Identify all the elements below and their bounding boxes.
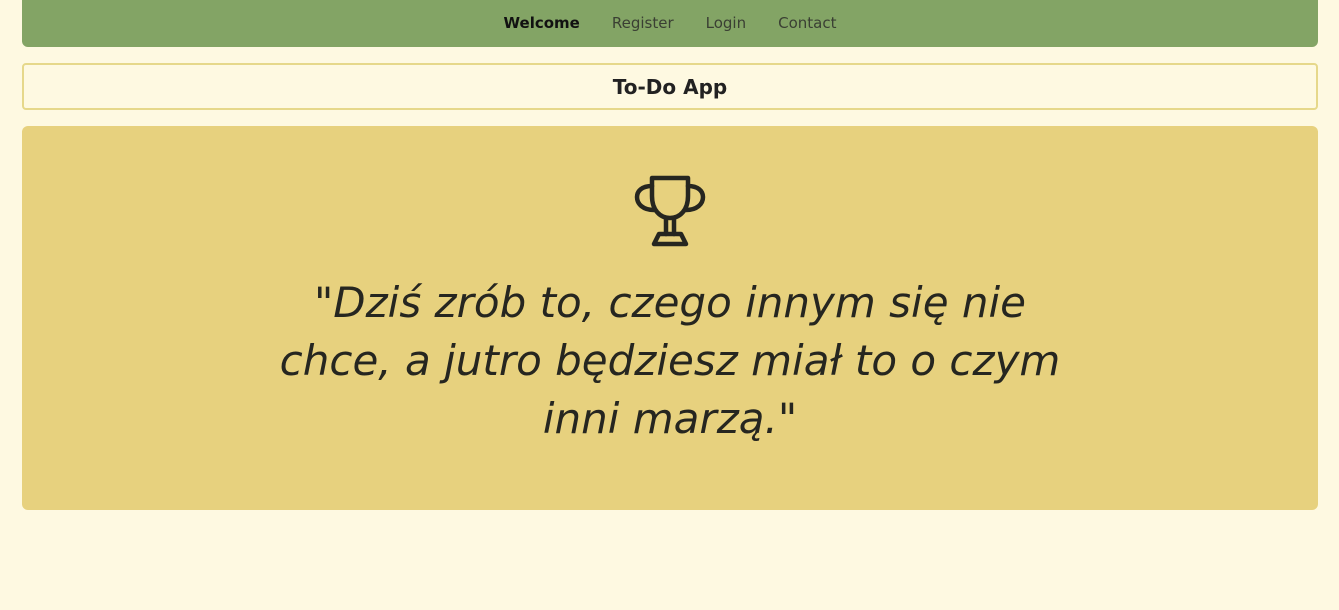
nav-register-link[interactable]: Register (596, 0, 690, 47)
trophy-icon (634, 175, 706, 247)
app-title-box: To-Do App (22, 63, 1318, 110)
quote-hero: "Dziś zrób to, czego innym się nie chce,… (22, 126, 1318, 510)
app-title: To-Do App (612, 74, 728, 99)
nav-welcome-link[interactable]: Welcome (488, 0, 596, 47)
nav-contact-link[interactable]: Contact (762, 0, 852, 47)
nav-login-link[interactable]: Login (690, 0, 762, 47)
motivational-quote: "Dziś zrób to, czego innym się nie chce,… (279, 278, 1061, 443)
top-navbar: Welcome Register Login Contact (22, 0, 1318, 47)
